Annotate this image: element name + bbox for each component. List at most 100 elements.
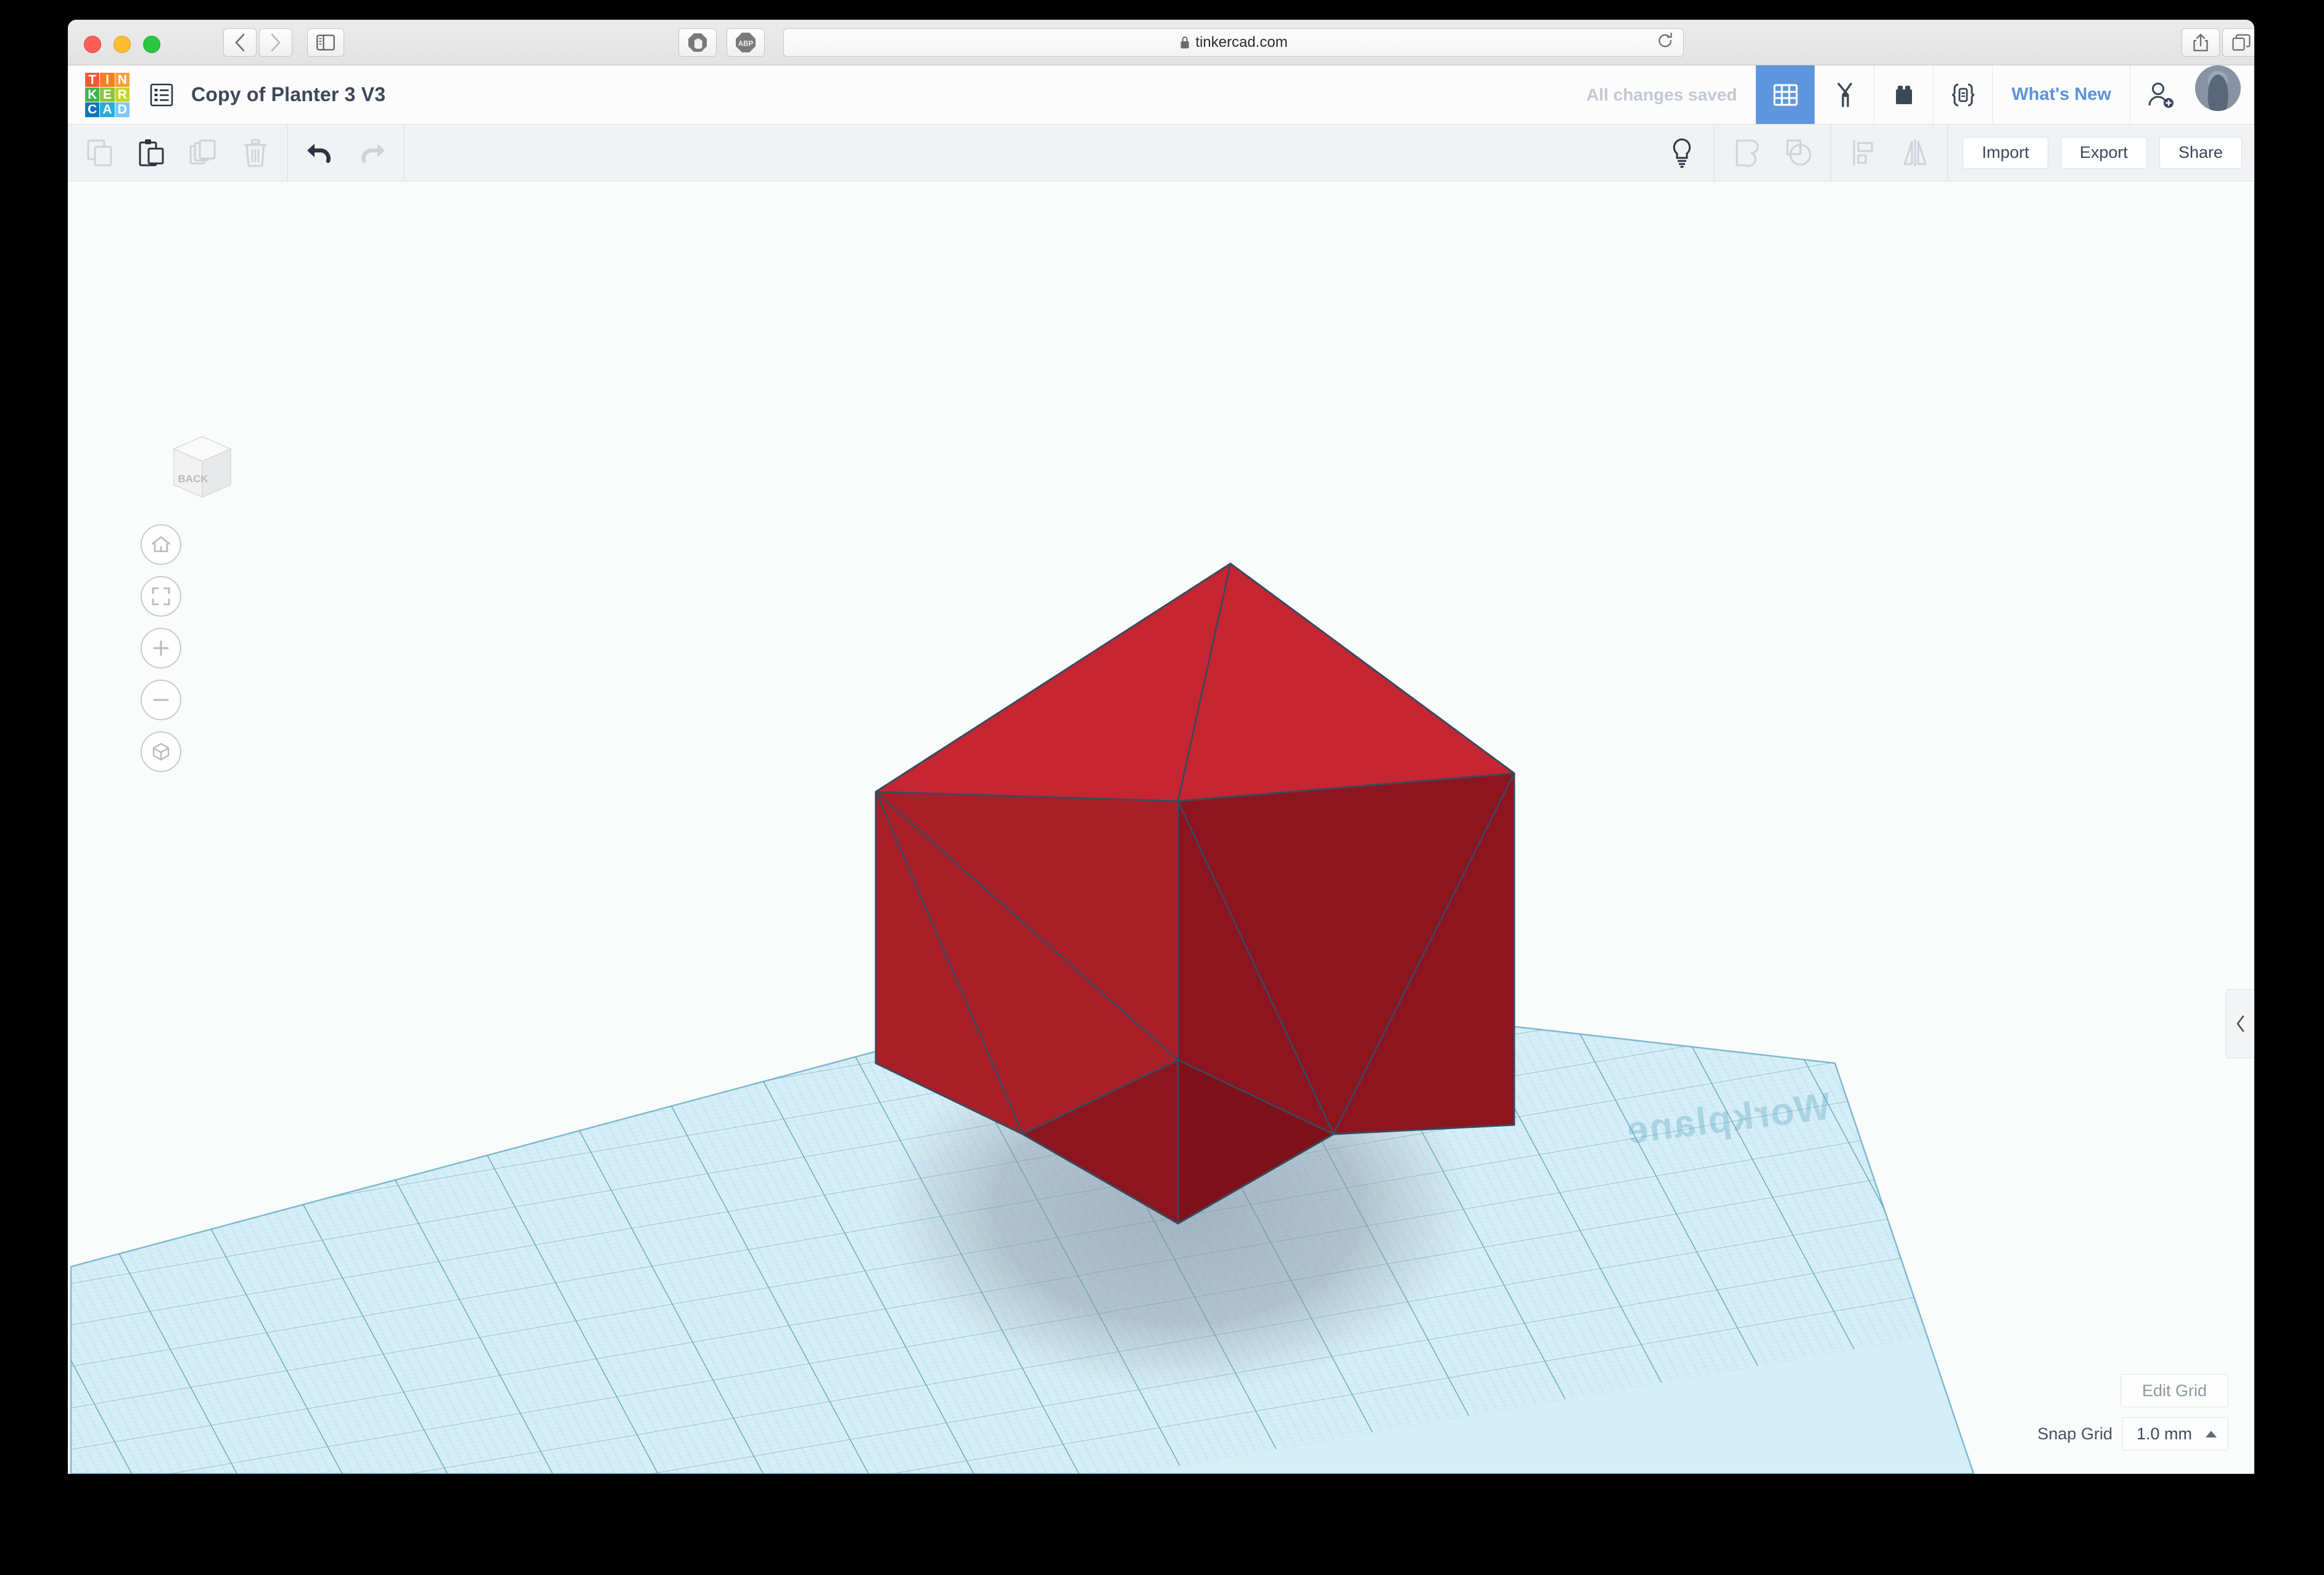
lightbulb-button[interactable] xyxy=(1656,125,1708,181)
page-title: Copy of Planter 3 V3 xyxy=(191,83,386,105)
fit-to-view-icon xyxy=(152,587,170,606)
redo-icon xyxy=(361,143,385,163)
add-user-icon xyxy=(2148,82,2174,108)
adblock-plus-extension-button[interactable]: ABP xyxy=(727,28,765,57)
tab-overview-button[interactable] xyxy=(2222,28,2254,57)
logo-tile-c: C xyxy=(85,102,100,117)
whats-new-link[interactable]: What's New xyxy=(1992,65,2130,124)
tinkercad-logo[interactable]: T I N K E R C A D xyxy=(85,72,130,117)
snap-grid-select[interactable]: 1.0 mm xyxy=(2122,1417,2228,1450)
group-tool-group xyxy=(1715,125,1832,181)
right-tool-group: Import Export Share xyxy=(1650,125,2254,181)
orthographic-toggle-button[interactable] xyxy=(141,731,181,772)
url-text: tinkercad.com xyxy=(1195,34,1288,51)
mirror-icon xyxy=(1903,139,1927,167)
design-menu-button[interactable] xyxy=(148,81,175,109)
reload-icon xyxy=(1659,32,1672,47)
mode-circuits-button[interactable] xyxy=(1815,65,1874,124)
export-button[interactable]: Export xyxy=(2060,136,2147,169)
abp-label: ABP xyxy=(738,41,754,48)
codeblocks-icon xyxy=(1951,83,1975,106)
chevron-left-icon xyxy=(2236,1015,2244,1032)
minimize-window-button[interactable] xyxy=(113,36,131,53)
browser-forward-button[interactable] xyxy=(259,28,292,57)
chevron-left-icon xyxy=(235,33,245,52)
logo-tile-k: K xyxy=(85,87,100,102)
design-list-icon xyxy=(150,83,173,106)
mode-codeblocks-button[interactable] xyxy=(1933,65,1992,124)
browser-toolbar: ABP tinkercad.com xyxy=(68,20,2254,65)
close-window-button[interactable] xyxy=(84,36,101,53)
fit-to-view-button[interactable] xyxy=(141,576,181,617)
import-button[interactable]: Import xyxy=(1963,136,2048,169)
paste-button[interactable] xyxy=(126,125,178,181)
mode-3d-design-button[interactable] xyxy=(1755,65,1815,124)
delete-button[interactable] xyxy=(229,125,281,181)
blocks-grid-icon xyxy=(1773,84,1798,105)
ungroup-icon xyxy=(1786,139,1811,165)
history-tool-group xyxy=(288,125,405,181)
duplicate-icon xyxy=(189,139,216,164)
clipboard-tool-group xyxy=(68,125,288,181)
edit-toolbar: Import Export Share xyxy=(68,125,2254,181)
redo-button[interactable] xyxy=(346,125,398,181)
zoom-out-icon xyxy=(153,699,169,701)
app-header-right: All changes saved What's New xyxy=(1568,65,2254,124)
sidebar-icon xyxy=(316,35,335,51)
chevron-right-icon xyxy=(271,33,281,52)
logo-tile-e: E xyxy=(100,87,115,102)
view-cube-face-label: BACK xyxy=(178,473,208,485)
zoom-in-icon xyxy=(153,640,169,656)
browser-back-button[interactable] xyxy=(223,28,257,57)
grid-controls: Edit Grid Snap Grid 1.0 mm xyxy=(2037,1374,2228,1450)
lock-icon xyxy=(1181,36,1189,49)
browser-window: ABP tinkercad.com T I N K E R C A D Copy… xyxy=(68,20,2254,1474)
home-view-icon xyxy=(151,536,171,553)
align-icon xyxy=(1853,139,1873,166)
zoom-out-button[interactable] xyxy=(141,680,181,720)
design-canvas[interactable]: Workplane BACK Edit Grid Snap Grid 1.0 m… xyxy=(68,181,2254,1474)
save-status: All changes saved xyxy=(1586,84,1737,104)
logo-tile-i: I xyxy=(100,72,115,87)
window-controls xyxy=(84,36,160,53)
maximize-window-button[interactable] xyxy=(143,36,160,53)
adblock-icon xyxy=(688,33,707,52)
copy-icon xyxy=(87,139,112,166)
home-view-button[interactable] xyxy=(141,524,181,565)
undo-button[interactable] xyxy=(294,125,346,181)
mode-bricks-button[interactable] xyxy=(1874,65,1933,124)
duplicate-button[interactable] xyxy=(178,125,229,181)
ungroup-button[interactable] xyxy=(1773,125,1824,181)
group-icon xyxy=(1736,139,1759,167)
avatar[interactable] xyxy=(2195,65,2241,111)
url-bar[interactable]: tinkercad.com xyxy=(783,28,1684,57)
adblock-plus-icon: ABP xyxy=(736,33,756,52)
right-panel-expand-button[interactable] xyxy=(2226,989,2254,1058)
viewport-nav-controls xyxy=(141,524,181,772)
edit-grid-button[interactable]: Edit Grid xyxy=(2120,1374,2228,1407)
mirror-button[interactable] xyxy=(1889,125,1941,181)
add-collaborator-button[interactable] xyxy=(2130,65,2189,124)
app-header: T I N K E R C A D Copy of Planter 3 V3 A… xyxy=(68,65,2254,125)
group-button[interactable] xyxy=(1721,125,1773,181)
bricks-icon xyxy=(1895,85,1912,104)
tab-overview-icon xyxy=(2232,34,2251,51)
undo-icon xyxy=(307,143,331,163)
align-button[interactable] xyxy=(1837,125,1889,181)
file-action-buttons: Import Export Share xyxy=(1948,136,2254,169)
zoom-in-button[interactable] xyxy=(141,628,181,668)
reload-button[interactable] xyxy=(1657,32,1673,53)
view-cube[interactable]: BACK xyxy=(165,428,239,502)
light-tool-group xyxy=(1650,125,1715,181)
logo-tile-n: N xyxy=(115,72,130,87)
circuits-tools-icon xyxy=(1837,82,1852,107)
snap-grid-row: Snap Grid 1.0 mm xyxy=(2037,1417,2228,1450)
copy-button[interactable] xyxy=(74,125,126,181)
adblock-extension-button[interactable] xyxy=(678,28,717,57)
logo-tile-r: R xyxy=(115,87,130,102)
sidebar-toggle-button[interactable] xyxy=(307,28,344,57)
browser-share-button[interactable] xyxy=(2182,28,2220,57)
share-design-button[interactable]: Share xyxy=(2159,136,2242,169)
orthographic-toggle-icon xyxy=(152,742,170,761)
snap-grid-value: 1.0 mm xyxy=(2136,1424,2192,1443)
